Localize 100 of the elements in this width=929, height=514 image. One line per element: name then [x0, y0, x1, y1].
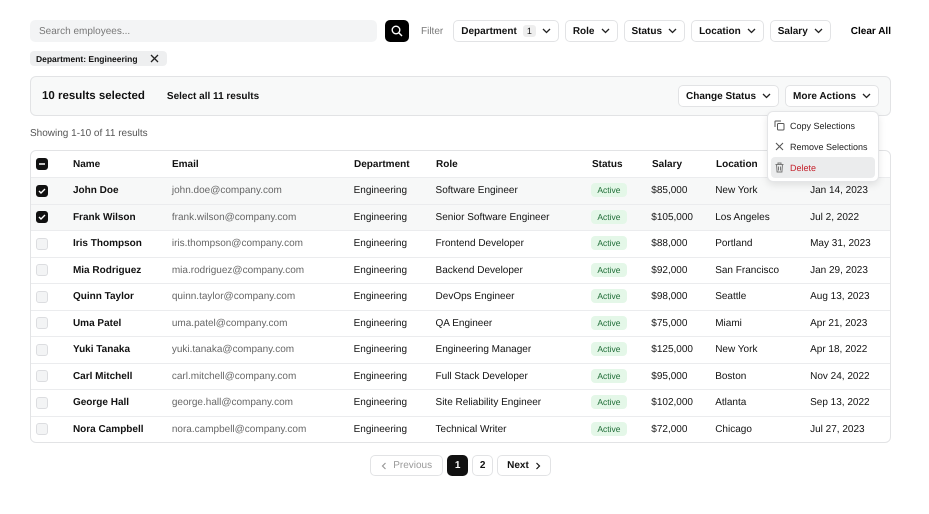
table-cell-text: $92,000: [651, 264, 688, 276]
table-cell-text: QA Engineer: [436, 318, 494, 329]
select-all-link[interactable]: Select all 11 results: [166, 90, 260, 102]
filter-label: Filter: [421, 26, 444, 36]
table-cell-text: Engineering: [354, 397, 408, 408]
clear-all-button[interactable]: Clear All: [846, 26, 891, 36]
table-cell-text: Quinn Taylor: [72, 291, 135, 302]
chevron-down-icon: [814, 28, 823, 34]
table-cell-text: george.hall@company.com: [172, 397, 294, 408]
action-dropdown[interactable]: More Actions: [785, 85, 879, 107]
table-cell-text: uma.patel@company.com: [172, 318, 288, 329]
column-header: Salary: [652, 158, 682, 170]
chevron-down-icon: [746, 28, 756, 34]
table-cell-text: Iris Thompson: [72, 238, 143, 250]
table-row[interactable]: Carl Mitchell carl.mitchell@company.com Engineering Full Stack Developer Active $95,000 Boston Nov 24, 2022: [31, 362, 890, 389]
page-button[interactable]: 1: [447, 455, 468, 476]
copy-icon: [774, 120, 785, 131]
check-icon: [38, 186, 46, 195]
table-cell-text: Senior Software Engineer: [436, 212, 550, 223]
status-badge: Active: [591, 316, 626, 330]
trash-icon: [774, 162, 785, 173]
chevron-down-icon: [542, 28, 551, 34]
table-row[interactable]: Quinn Taylor quinn.taylor@company.com Engineering DevOps Engineer Active $98,000 Seattle Aug 13, 2023: [31, 283, 890, 310]
table-cell-text: New York: [715, 344, 758, 356]
page-button[interactable]: 2: [472, 455, 494, 476]
chevron-left-icon: [381, 462, 388, 470]
table-cell-text: $85,000: [651, 185, 688, 196]
table-cell-text: New York: [715, 185, 758, 196]
status-badge: Active: [591, 262, 626, 277]
close-icon[interactable]: [150, 54, 159, 63]
chevron-down-icon: [862, 93, 871, 99]
row-checkbox[interactable]: [36, 211, 48, 224]
table-cell-text: Backend Developer: [436, 264, 524, 276]
table-cell-text: Apr 18, 2022: [810, 344, 868, 356]
table-row[interactable]: George Hall george.hall@company.com Engineering Site Reliability Engineer Active $102,000 Atlanta Sep 13, 2022: [31, 389, 890, 416]
status-badge: Active: [591, 342, 626, 356]
close-icon: [774, 141, 785, 152]
table-cell-text: Yuki Tanaka: [72, 344, 132, 356]
table-cell-text: Carl Mitchell: [72, 370, 134, 382]
table-row[interactable]: Yuki Tanaka yuki.tanaka@company.com Engineering Engineering Manager Active $125,000 New York Apr 18, 2022: [31, 336, 890, 362]
table-cell-text: Engineering Manager: [436, 344, 532, 356]
table-cell-text: DevOps Engineer: [436, 291, 516, 302]
table-row[interactable]: John Doe john.doe@company.com Engineering Software Engineer Active $85,000 New York Jan 14, 2023: [31, 177, 890, 204]
table-cell-text: Jul 27, 2023: [810, 424, 866, 435]
column-header: Name: [73, 158, 100, 170]
table-cell-text: Full Stack Developer: [436, 370, 529, 382]
table-cell-text: mia.rodriguez@company.com: [172, 264, 306, 276]
table-cell-text: $88,000: [651, 238, 688, 250]
table-cell-text: frank.wilson@company.com: [172, 212, 298, 223]
header-checkbox[interactable]: [36, 158, 48, 170]
selection-count: 10 results selected: [42, 90, 145, 102]
table-cell-text: quinn.taylor@company.com: [172, 291, 296, 302]
table-cell-text: Frontend Developer: [436, 238, 525, 250]
table-cell-text: Chicago: [715, 424, 753, 435]
table-row[interactable]: Uma Patel uma.patel@company.com Engineering QA Engineer Active $75,000 Miami Apr 21, 2023: [31, 310, 890, 336]
chip-label: Department: Engineering: [36, 54, 138, 64]
table-cell-text: Nora Campbell: [72, 424, 145, 435]
next-button[interactable]: Next: [497, 455, 551, 476]
filter-dropdown[interactable]: Salary: [770, 20, 831, 42]
table-row[interactable]: Nora Campbell nora.campbell@company.com Engineering Technical Writer Active $72,000 Chicago Jul 27, 2023: [31, 416, 890, 442]
menu-item[interactable]: Remove Selections: [771, 136, 875, 157]
table-cell-text: Engineering: [354, 318, 408, 329]
menu-item[interactable]: Delete: [771, 157, 875, 178]
filter-dropdown[interactable]: Role: [564, 20, 618, 42]
filter-dropdown[interactable]: Department 1: [453, 20, 559, 42]
status-badge: Active: [591, 422, 626, 436]
row-checkbox[interactable]: [36, 184, 48, 197]
table-cell-text: Aug 13, 2023: [810, 291, 871, 302]
table-cell-text: nora.campbell@company.com: [172, 424, 308, 435]
table-cell-text: yuki.tanaka@company.com: [172, 344, 296, 356]
search-button[interactable]: [385, 20, 409, 42]
check-icon: [38, 213, 46, 222]
table-cell-text: Engineering: [354, 424, 408, 435]
table-cell-text: Portland: [715, 238, 754, 250]
table-cell-text: Jan 14, 2023: [810, 185, 869, 196]
status-badge: Active: [591, 236, 626, 250]
table-cell-text: Los Angeles: [715, 212, 771, 223]
table-cell-text: Engineering: [354, 185, 408, 196]
table-row[interactable]: Iris Thompson iris.thompson@company.com Engineering Frontend Developer Active $88,000 Portland May 31, 2023: [31, 230, 890, 256]
table-cell-text: John Doe: [72, 185, 120, 196]
status-badge: Active: [591, 395, 626, 410]
search-field[interactable]: Search employees...: [30, 20, 377, 42]
status-badge: Active: [591, 183, 626, 198]
menu-item[interactable]: Copy Selections: [771, 115, 875, 136]
table-cell-text: $105,000: [651, 212, 694, 223]
chevron-down-icon: [668, 28, 678, 34]
table-cell-text: iris.thompson@company.com: [172, 238, 304, 250]
action-dropdown[interactable]: Change Status: [678, 85, 780, 107]
column-header: Location: [716, 158, 758, 170]
table-cell-text: Software Engineer: [436, 185, 519, 196]
chevron-down-icon: [762, 93, 772, 99]
table-cell-text: San Francisco: [715, 264, 780, 276]
filter-dropdown[interactable]: Location: [691, 20, 764, 42]
table-cell-text: john.doe@company.com: [172, 185, 283, 196]
filter-dropdown[interactable]: Status: [624, 20, 686, 42]
table-row[interactable]: Frank Wilson frank.wilson@company.com Engineering Senior Software Engineer Active $105,000 Los Angeles Jul 2, 2022: [31, 204, 890, 230]
table-row[interactable]: Mia Rodriguez mia.rodriguez@company.com Engineering Backend Developer Active $92,000 San Francisco Jan 29, 2023: [31, 256, 890, 283]
table-cell-text: $102,000: [651, 397, 694, 408]
table-cell-text: Nov 24, 2022: [810, 370, 871, 382]
table-cell-text: Boston: [715, 370, 748, 382]
